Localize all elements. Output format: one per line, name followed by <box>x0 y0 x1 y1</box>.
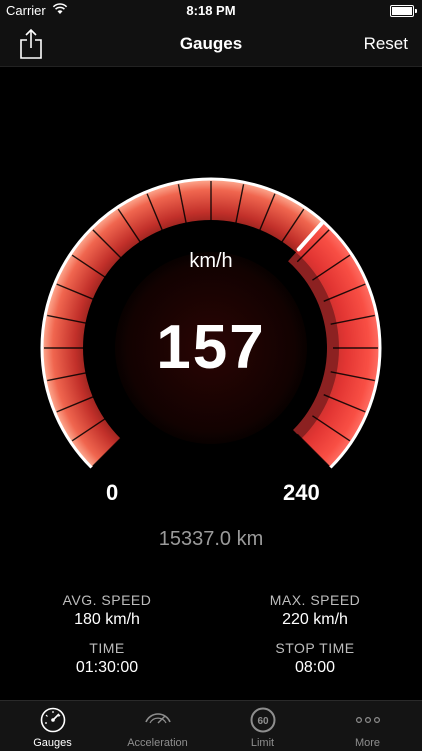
max-speed-value: 220 km/h <box>282 611 348 628</box>
speedometer-gauge: km/h 157 0 240 15337.0 km <box>0 66 422 550</box>
speedometer-icon <box>40 707 66 733</box>
avg-speed-value: 180 km/h <box>74 611 140 628</box>
time-value: 01:30:00 <box>75 659 139 676</box>
stop-time-label: STOP TIME <box>275 640 355 656</box>
odometer-readout: 15337.0 km <box>158 528 264 550</box>
gauge-dial <box>40 177 382 469</box>
time-label: TIME <box>89 640 125 656</box>
acceleration-icon <box>145 713 171 724</box>
status-bar: Carrier 8:18 PM <box>0 0 422 22</box>
tab-acceleration-label: Acceleration <box>127 737 188 749</box>
reset-button[interactable]: Reset <box>364 34 408 54</box>
status-time: 8:18 PM <box>186 3 236 18</box>
tab-more[interactable]: More <box>315 701 420 751</box>
tab-bar: Gauges Acceleration 60 Limit More <box>0 700 422 751</box>
stop-time-stat: STOP TIME 08:00 <box>230 640 400 677</box>
navigation-bar: Gauges Reset <box>0 22 422 67</box>
tab-limit-label: Limit <box>250 737 275 749</box>
gauge-max-label: 240 <box>283 480 320 505</box>
tab-gauges-label: Gauges <box>33 737 72 749</box>
time-stat: TIME 01:30:00 <box>22 640 192 677</box>
current-speed-readout: 157 <box>156 313 266 382</box>
speed-limit-icon: 60 <box>250 707 276 733</box>
avg-speed-label: AVG. SPEED <box>62 592 152 608</box>
stop-time-value: 08:00 <box>294 659 336 676</box>
gauge-min-label: 0 <box>106 480 119 505</box>
max-speed-label: MAX. SPEED <box>269 592 361 608</box>
speed-unit-label: km/h <box>189 250 233 272</box>
tab-limit[interactable]: 60 Limit <box>210 701 315 751</box>
more-icon <box>355 717 381 724</box>
page-title: Gauges <box>179 34 243 53</box>
speed-limit-text: 60 <box>257 716 269 727</box>
tab-acceleration[interactable]: Acceleration <box>105 701 210 751</box>
tab-more-label: More <box>354 737 381 749</box>
avg-speed-stat: AVG. SPEED 180 km/h <box>22 592 192 629</box>
tab-gauges[interactable]: Gauges <box>0 701 105 751</box>
max-speed-stat: MAX. SPEED 220 km/h <box>230 592 400 629</box>
battery-icon <box>390 5 417 17</box>
